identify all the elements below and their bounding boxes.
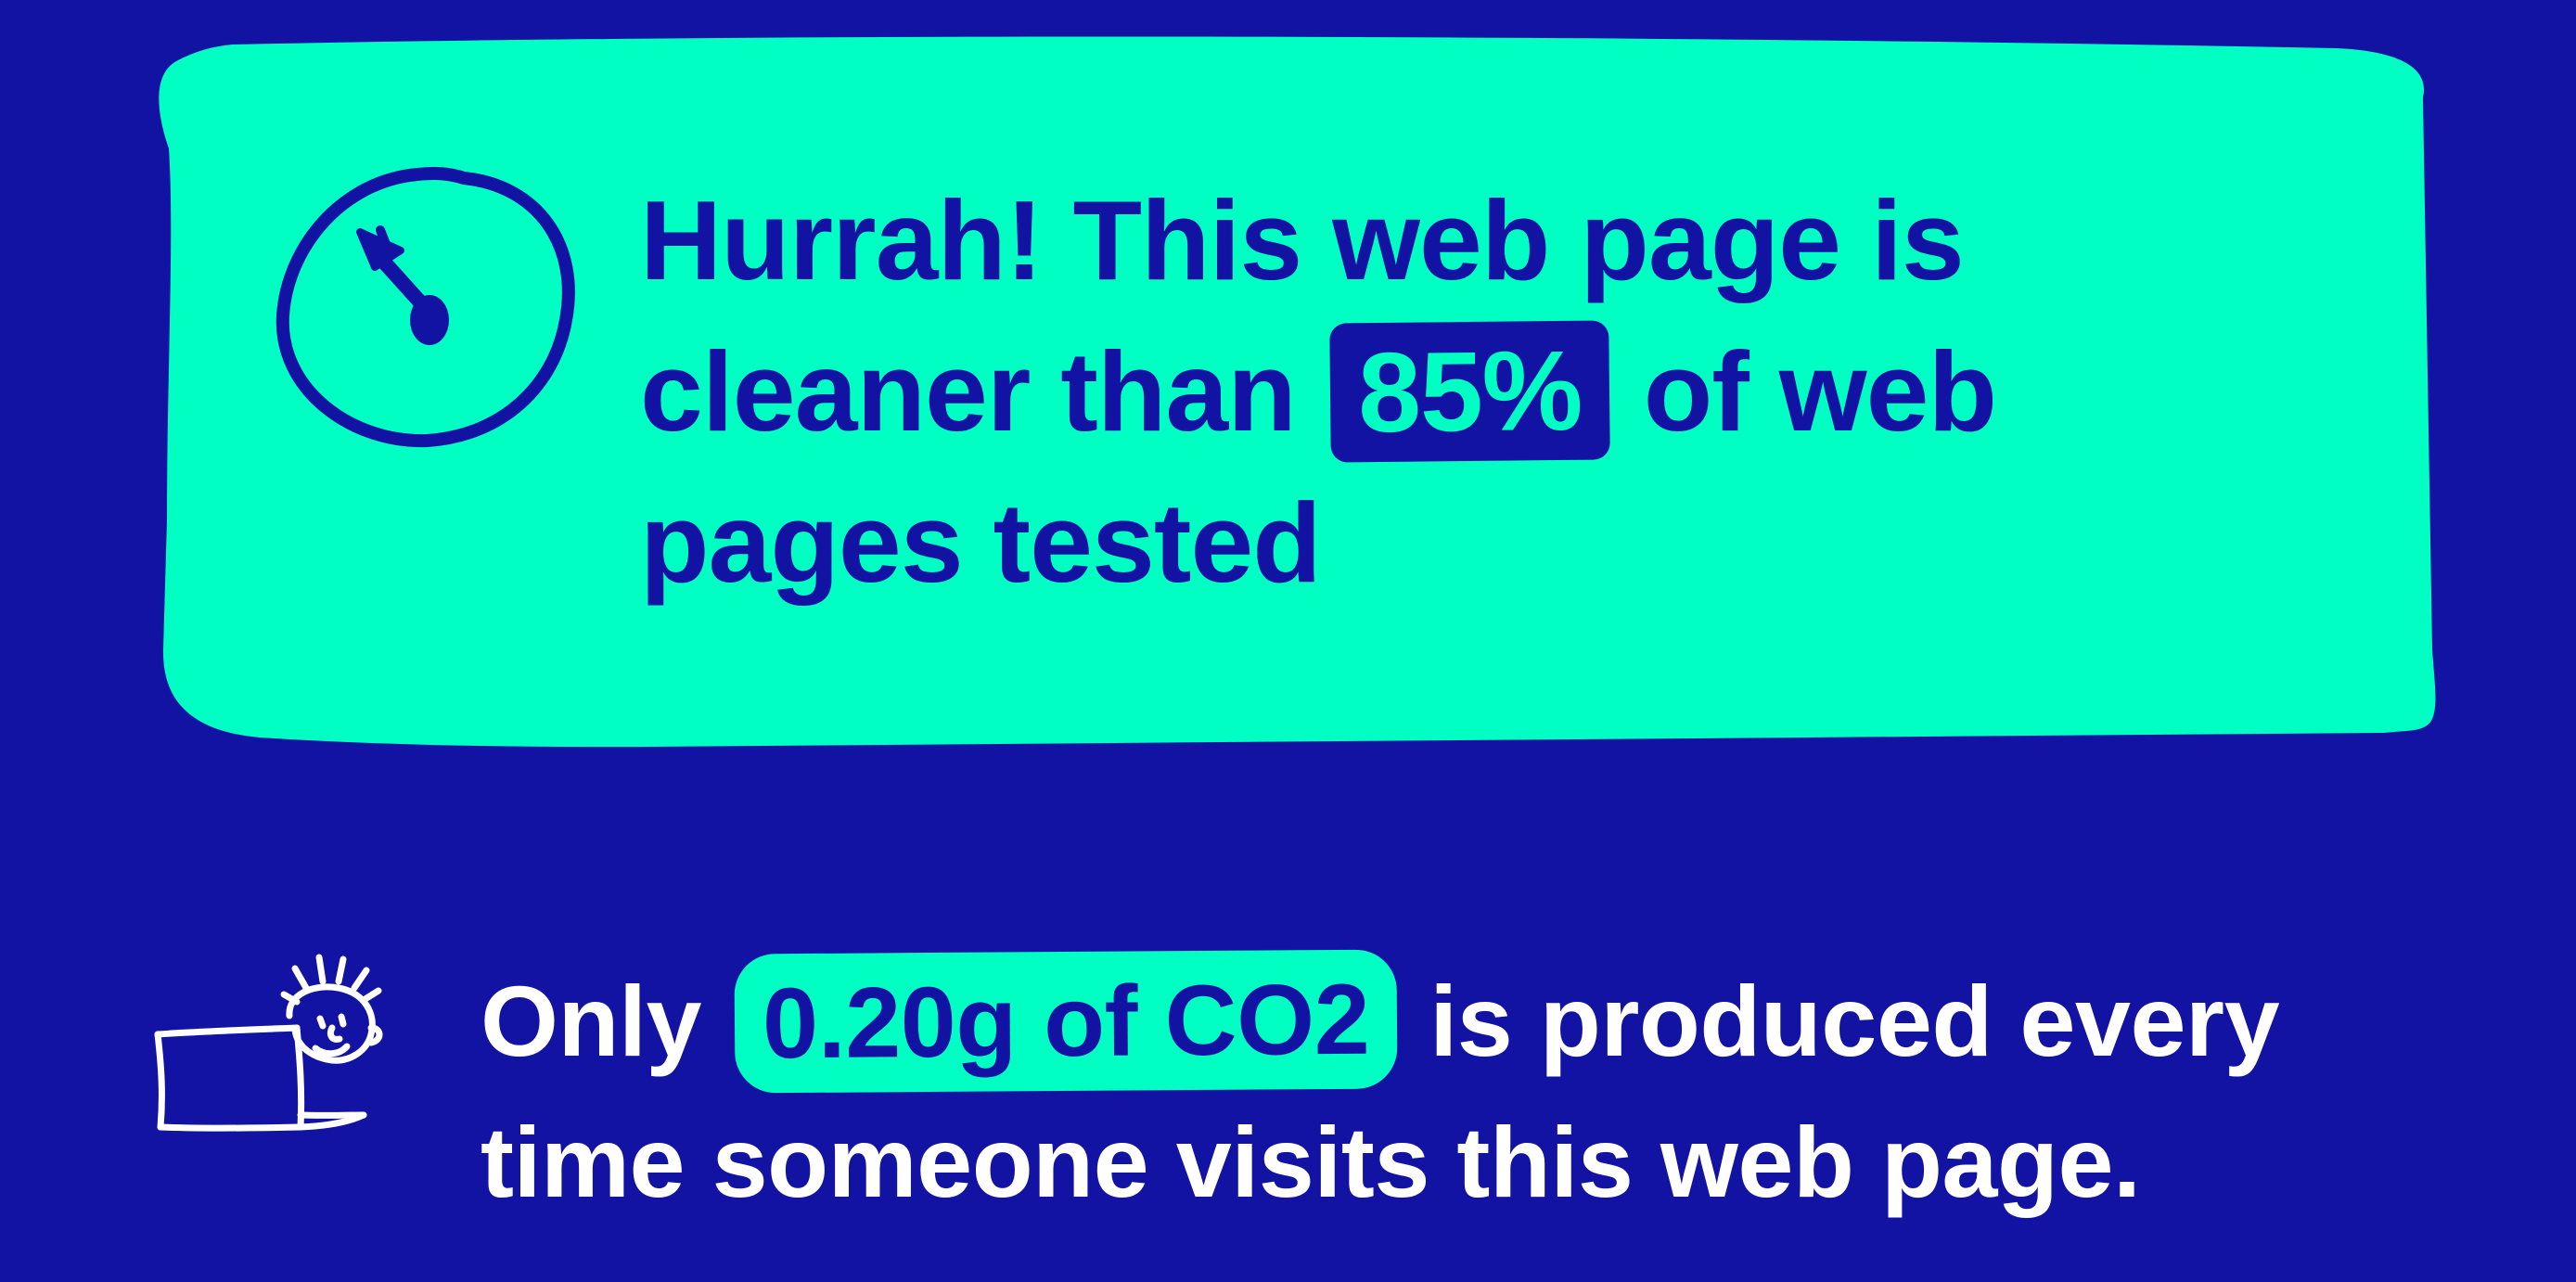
- co2-amount-badge: 0.20g of CO2: [734, 949, 1398, 1094]
- rating-headline: Hurrah! This web page is cleaner than 85…: [640, 165, 2217, 619]
- emissions-text-before: Only: [481, 965, 702, 1077]
- person-at-laptop-icon: [154, 954, 383, 1132]
- rating-percent-badge: 85%: [1328, 320, 1610, 463]
- gauge-icon: [276, 167, 575, 448]
- emissions-statement: Only 0.20g of CO2 is produced every time…: [481, 949, 2475, 1233]
